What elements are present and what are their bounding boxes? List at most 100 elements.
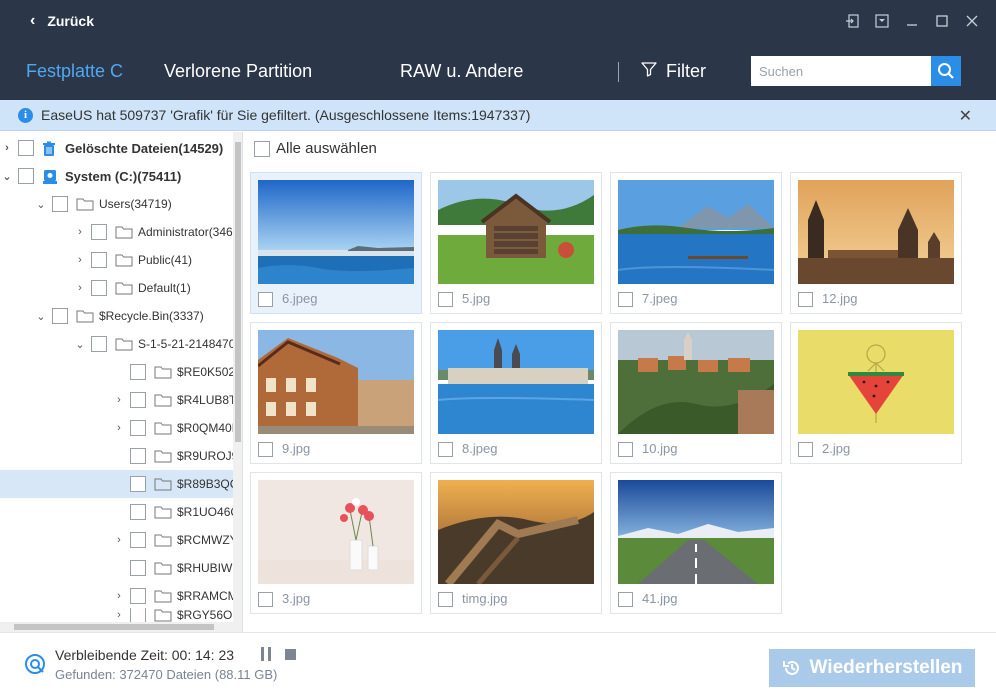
file-checkbox[interactable] [438, 592, 453, 607]
scrollbar-thumb[interactable] [14, 624, 214, 630]
tree-checkbox[interactable] [91, 280, 107, 296]
file-checkbox[interactable] [618, 592, 633, 607]
folder-icon [154, 365, 172, 379]
tree-item-re0k502[interactable]: $RE0K502.S [0, 358, 233, 386]
tree-checkbox[interactable] [130, 420, 146, 436]
file-card[interactable]: 2.jpg [790, 322, 962, 464]
file-checkbox[interactable] [258, 592, 273, 607]
chevron-right-icon[interactable]: › [73, 282, 87, 294]
chevron-right-icon[interactable]: › [73, 254, 87, 266]
tree-item-r0qm40n[interactable]: › $R0QM40N [0, 414, 233, 442]
file-checkbox[interactable] [798, 292, 813, 307]
tree-item-recycle-bin[interactable]: ⌄ $Recycle.Bin(3337) [0, 302, 233, 330]
title-bar: ‹ Zurück [0, 0, 996, 42]
tree-item-r9uroj9[interactable]: $R9UROJ9 [0, 442, 233, 470]
tree-checkbox[interactable] [130, 364, 146, 380]
scrollbar-thumb[interactable] [235, 142, 241, 442]
tab-verlorene-partition[interactable]: Verlorene Partition [164, 42, 312, 100]
tree-checkbox[interactable] [130, 588, 146, 604]
file-card[interactable]: 10.jpg [610, 322, 782, 464]
file-card[interactable]: 5.jpg [430, 172, 602, 314]
chevron-right-icon[interactable]: › [112, 609, 126, 621]
tree-item-default[interactable]: › Default(1) [0, 274, 233, 302]
chevron-right-icon[interactable]: › [73, 226, 87, 238]
login-icon[interactable] [844, 13, 860, 29]
tree-checkbox[interactable] [18, 168, 34, 184]
tree-item-rhubiwc[interactable]: $RHUBIWC [0, 554, 233, 582]
close-info-icon[interactable]: ✕ [959, 106, 972, 126]
folder-icon [154, 477, 172, 491]
file-card[interactable]: timg.jpg [430, 472, 602, 614]
chevron-right-icon[interactable]: › [0, 142, 14, 154]
tab-festplatte-c[interactable]: Festplatte C [26, 42, 123, 100]
file-checkbox[interactable] [798, 442, 813, 457]
maximize-icon[interactable] [934, 13, 950, 29]
tree-checkbox[interactable] [18, 140, 34, 156]
tree-checkbox[interactable] [130, 560, 146, 576]
tab-raw-andere[interactable]: RAW u. Andere [400, 42, 523, 100]
chevron-down-icon[interactable]: ⌄ [34, 310, 48, 323]
tree-checkbox[interactable] [130, 476, 146, 492]
restore-button[interactable]: Wiederherstellen [769, 649, 975, 687]
search-input[interactable] [751, 56, 931, 86]
menu-dropdown-icon[interactable] [874, 13, 890, 29]
select-all-checkbox[interactable]: Alle auswählen [254, 140, 377, 157]
chevron-right-icon[interactable]: › [112, 534, 126, 546]
tree-checkbox[interactable] [91, 336, 107, 352]
close-window-icon[interactable] [964, 13, 980, 29]
search-button[interactable] [931, 56, 961, 86]
tree-horizontal-scrollbar[interactable] [0, 622, 233, 632]
tree-item-rramcm[interactable]: › $RRAMCM [0, 582, 233, 610]
file-card[interactable]: 9.jpg [250, 322, 422, 464]
tree-checkbox[interactable] [52, 196, 68, 212]
folder-icon [76, 309, 94, 323]
file-name: 8.jpeg [462, 441, 498, 456]
tree-item-administrator[interactable]: › Administrator(346 [0, 218, 233, 246]
file-card[interactable]: 8.jpeg [430, 322, 602, 464]
file-checkbox[interactable] [618, 292, 633, 307]
chevron-down-icon[interactable]: ⌄ [0, 170, 14, 183]
minimize-icon[interactable] [904, 13, 920, 29]
tree-item-rcmwzy[interactable]: › $RCMWZY [0, 526, 233, 554]
file-checkbox[interactable] [258, 442, 273, 457]
folder-icon [154, 533, 172, 547]
stop-icon[interactable] [285, 649, 296, 660]
file-card[interactable]: 7.jpeg [610, 172, 782, 314]
file-card[interactable]: 6.jpeg [250, 172, 422, 314]
tree-checkbox[interactable] [130, 532, 146, 548]
file-card[interactable]: 12.jpg [790, 172, 962, 314]
chevron-down-icon[interactable]: ⌄ [34, 198, 48, 211]
pause-icon[interactable] [260, 647, 272, 661]
filter-button[interactable]: Filter [640, 42, 706, 100]
tree-checkbox[interactable] [130, 608, 146, 622]
checkbox[interactable] [254, 140, 270, 157]
tree-item-sid-folder[interactable]: ⌄ S-1-5-21-21484707 [0, 330, 233, 358]
tree-vertical-scrollbar[interactable] [233, 132, 242, 632]
tree-checkbox[interactable] [52, 308, 68, 324]
file-card[interactable]: 3.jpg [250, 472, 422, 614]
tree-item-system-c[interactable]: ⌄ System (C:)(75411) [0, 162, 233, 190]
info-icon: i [18, 107, 33, 123]
tree-item-r4lub8t[interactable]: › $R4LUB8T [0, 386, 233, 414]
tree-checkbox[interactable] [130, 448, 146, 464]
chevron-right-icon[interactable]: › [112, 394, 126, 406]
file-checkbox[interactable] [438, 442, 453, 457]
file-checkbox[interactable] [258, 292, 273, 307]
chevron-down-icon[interactable]: ⌄ [73, 338, 87, 351]
tree-item-public[interactable]: › Public(41) [0, 246, 233, 274]
tree-checkbox[interactable] [130, 504, 146, 520]
file-card[interactable]: 41.jpg [610, 472, 782, 614]
chevron-right-icon[interactable]: › [112, 590, 126, 602]
tree-item-r1uo46c[interactable]: $R1UO46C [0, 498, 233, 526]
tree-checkbox[interactable] [91, 252, 107, 268]
tree-checkbox[interactable] [130, 392, 146, 408]
tree-item-r89b3qc[interactable]: $R89B3QC [0, 470, 233, 498]
tree-item-deleted-files[interactable]: › Gelöschte Dateien(14529) [0, 134, 233, 162]
file-checkbox[interactable] [618, 442, 633, 457]
tree-item-users[interactable]: ⌄ Users(34719) [0, 190, 233, 218]
tree-item-rgy56o7[interactable]: › $RGY56O7 [0, 608, 233, 622]
file-checkbox[interactable] [438, 292, 453, 307]
chevron-right-icon[interactable]: › [112, 422, 126, 434]
tree-checkbox[interactable] [91, 224, 107, 240]
back-button[interactable]: ‹ Zurück [30, 0, 94, 42]
